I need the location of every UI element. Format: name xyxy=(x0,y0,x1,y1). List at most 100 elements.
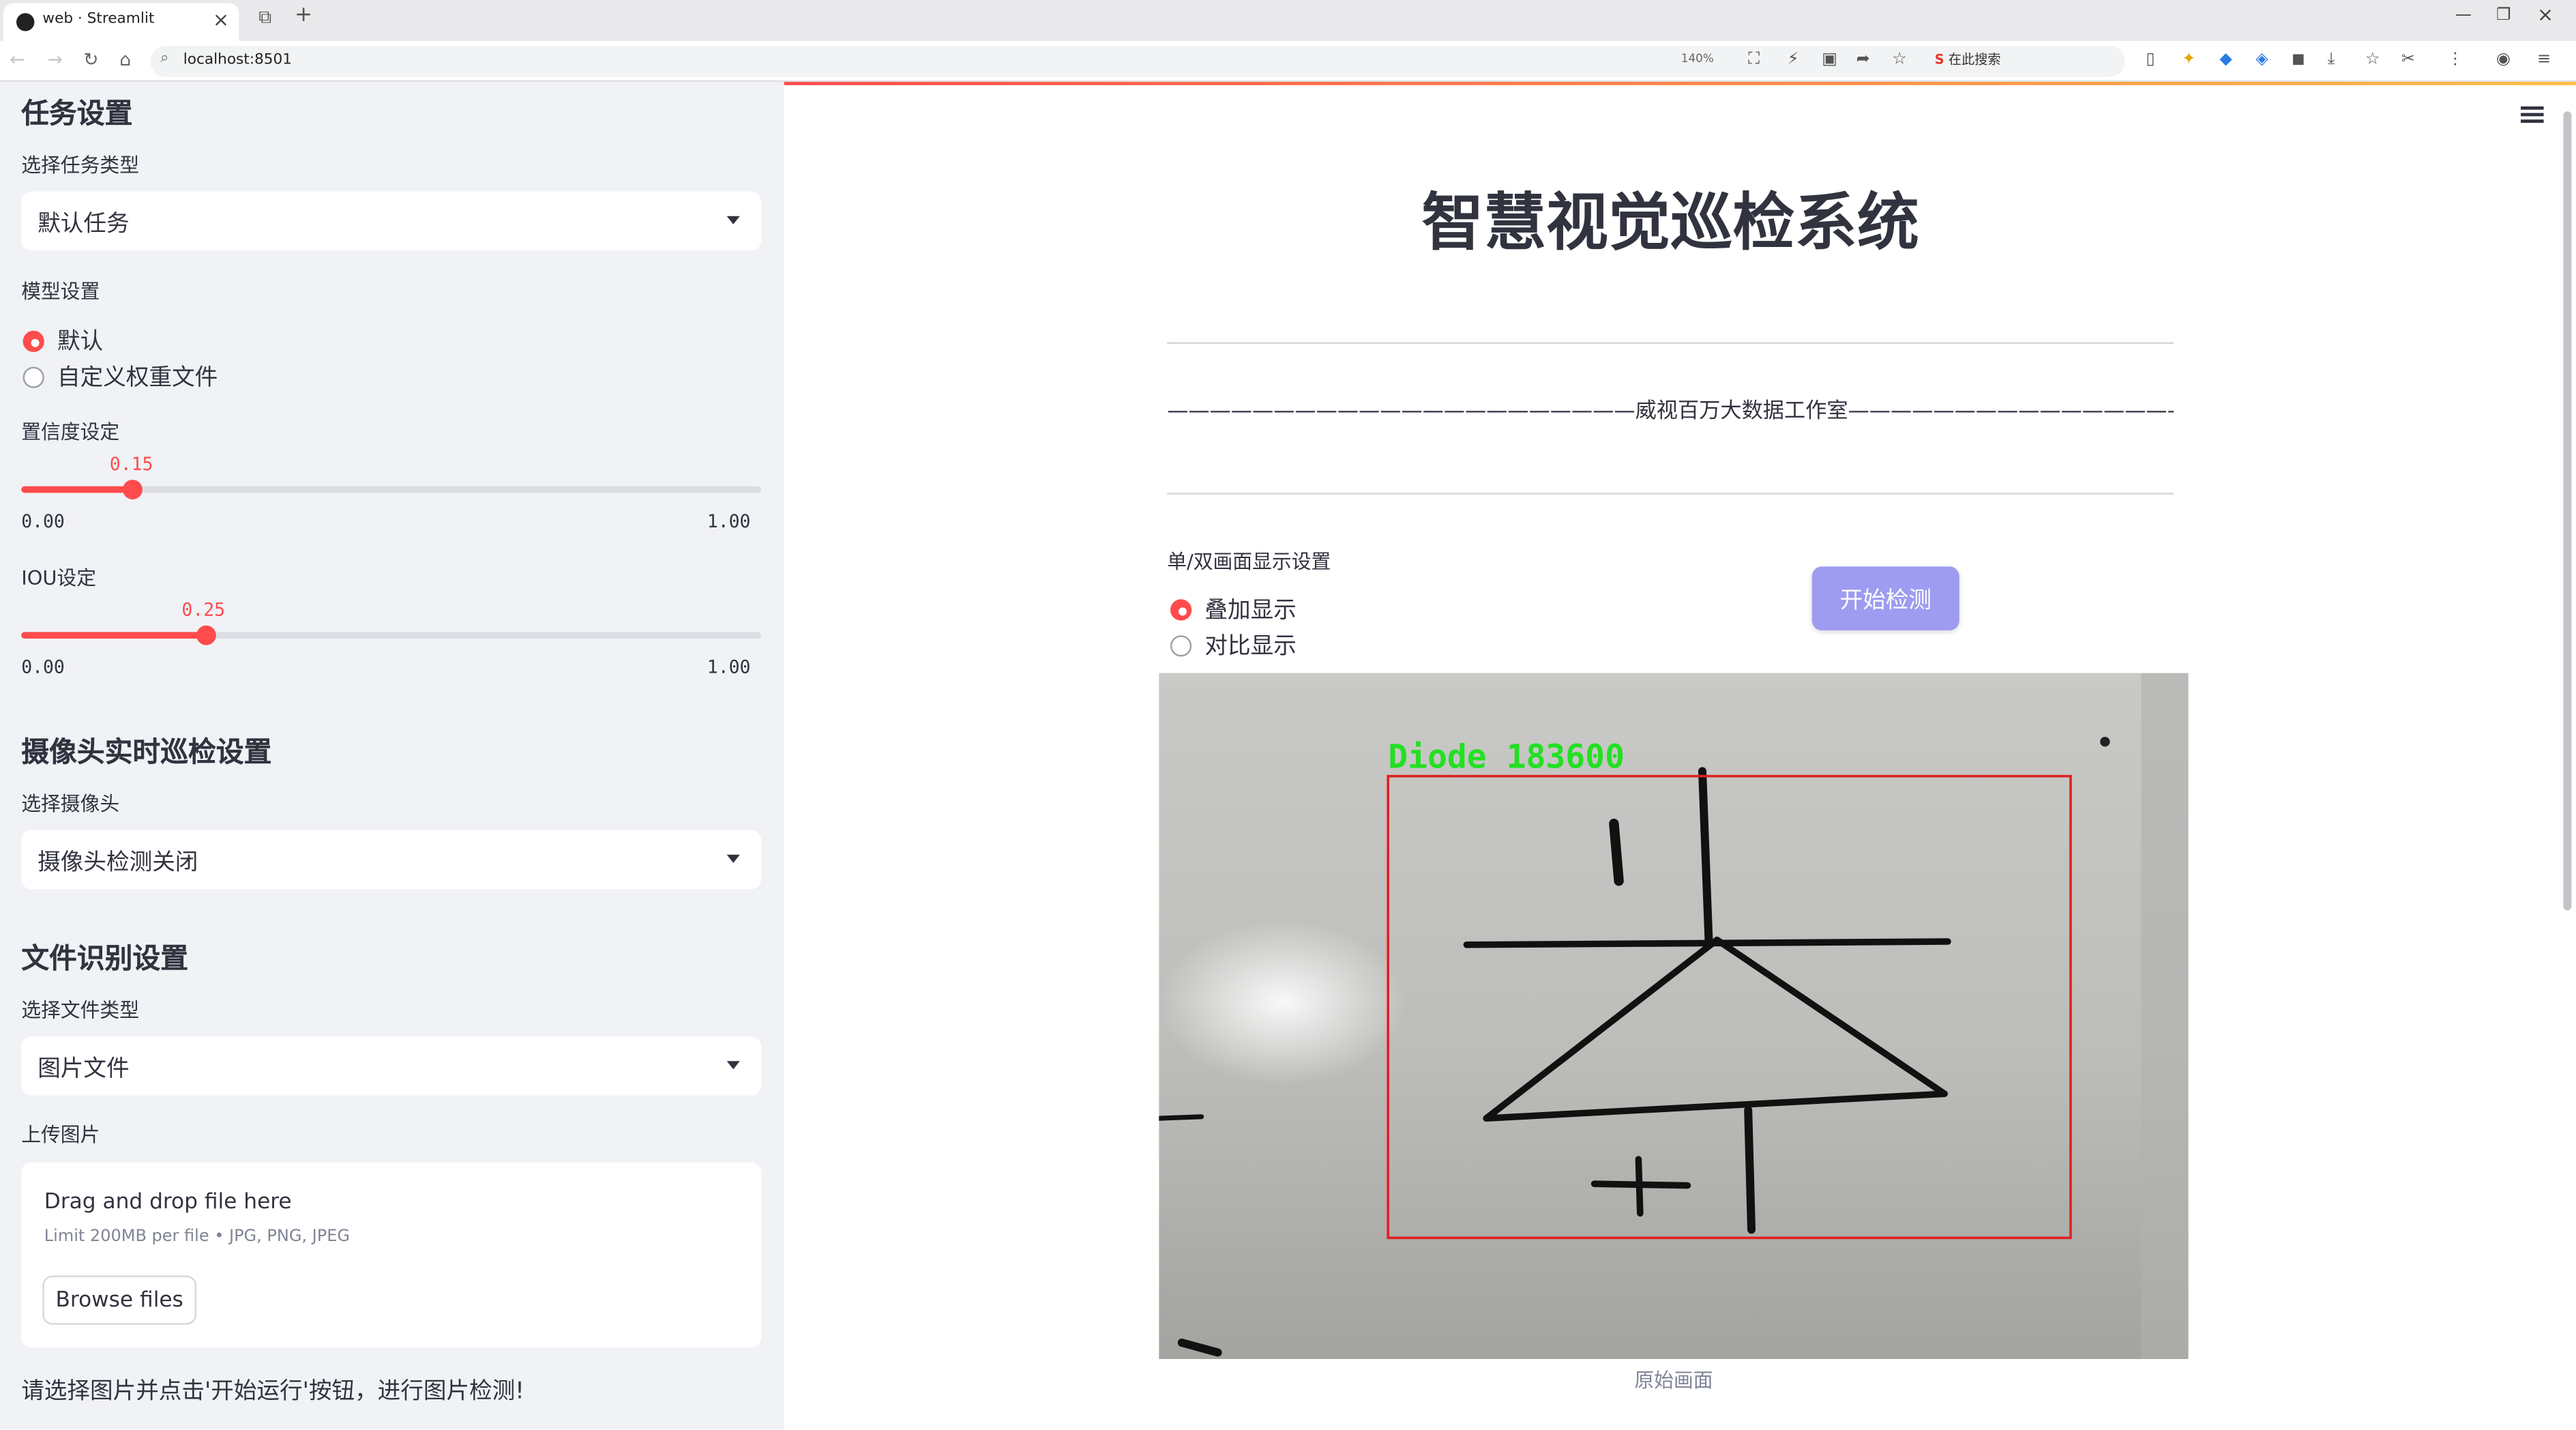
chevron-down-icon xyxy=(726,216,740,224)
page-title: 智慧视觉巡检系统 xyxy=(1421,186,1919,259)
streamlit-favicon-icon xyxy=(16,13,35,31)
camera-select[interactable]: 摄像头检测关闭 xyxy=(21,830,762,890)
iou-label: IOU设定 xyxy=(21,566,97,590)
reload-icon[interactable]: ↻ xyxy=(83,49,98,70)
hamburger-menu-icon[interactable] xyxy=(2521,106,2544,123)
file-type-label: 选择文件类型 xyxy=(21,999,140,1022)
radio-selected-icon xyxy=(23,330,44,351)
bookmark-star-icon[interactable]: ☆ xyxy=(1892,50,1907,68)
file-settings-heading: 文件识别设置 xyxy=(21,943,189,976)
display-radio-overlay[interactable]: 叠加显示 xyxy=(1170,593,1297,626)
extension-icon[interactable]: ✦ xyxy=(2182,50,2195,68)
detection-image: Diode 183600 xyxy=(1159,673,2189,1360)
divider xyxy=(1167,493,2174,495)
new-tab-icon[interactable]: + xyxy=(295,3,312,28)
minimize-icon[interactable]: — xyxy=(2455,7,2472,25)
tab-list-icon[interactable]: ⧉ xyxy=(258,7,271,30)
confidence-min: 0.00 xyxy=(21,510,65,533)
dropzone-title: Drag and drop file here xyxy=(44,1190,292,1215)
camera-select-label: 选择摄像头 xyxy=(21,792,120,816)
extension-icon[interactable]: ◆ xyxy=(2219,50,2232,68)
lightning-icon[interactable]: ⚡ xyxy=(1788,50,1799,68)
whiteboard-photo: Diode 183600 xyxy=(1159,673,2189,1360)
iou-max: 1.00 xyxy=(707,656,751,678)
start-detection-button[interactable]: 开始检测 xyxy=(1811,566,1959,631)
search-engine-label: 在此搜索 xyxy=(1948,52,2001,68)
back-icon[interactable]: ← xyxy=(10,49,25,70)
iou-slider[interactable] xyxy=(21,625,762,645)
chevron-down-icon xyxy=(726,1061,740,1070)
chevron-down-icon xyxy=(726,854,740,863)
divider xyxy=(1167,342,2174,345)
browse-files-button[interactable]: Browse files xyxy=(42,1275,197,1325)
confidence-slider[interactable] xyxy=(21,480,762,499)
scrollbar[interactable] xyxy=(2563,111,2572,911)
search-engine-logo-icon: S xyxy=(1934,52,1944,68)
more-icon[interactable]: ⋮ xyxy=(2447,50,2463,68)
browser-menu-icon[interactable]: ≡ xyxy=(2537,50,2551,68)
avatar[interactable]: ◉ xyxy=(2496,50,2511,68)
screenshot-icon[interactable]: ▣ xyxy=(1822,50,1837,68)
phone-icon[interactable]: ▯ xyxy=(2146,50,2155,68)
camera-settings-heading: 摄像头实时巡检设置 xyxy=(21,737,272,770)
radio-label: 默认 xyxy=(57,329,104,355)
confidence-value: 0.15 xyxy=(109,453,153,475)
slider-thumb[interactable] xyxy=(122,480,143,499)
browser-tab-bar: web · Streamlit × ⧉ + — ❐ × xyxy=(0,0,2576,42)
address-bar: ← → ↻ ⌂ ⌕ localhost:8501 140% ⛶ ⚡ ▣ ➦ ☆ … xyxy=(0,41,2576,83)
browser-tab[interactable]: web · Streamlit × xyxy=(3,3,239,42)
camera-select-value: 摄像头检测关闭 xyxy=(38,849,198,876)
extension-icon[interactable]: ◼ xyxy=(2292,50,2305,68)
radio-unselected-icon xyxy=(1170,634,1192,656)
header-decoration xyxy=(784,82,2576,85)
radio-label: 对比显示 xyxy=(1204,633,1297,660)
image-caption: 原始画面 xyxy=(1634,1369,1713,1392)
slider-thumb[interactable] xyxy=(196,625,216,645)
share-icon[interactable]: ➦ xyxy=(1856,50,1870,68)
page-subtitle: ——————————————————————威视百万大数据工作室————————… xyxy=(1167,399,2174,424)
radio-label: 自定义权重文件 xyxy=(57,365,218,392)
iou-value: 0.25 xyxy=(181,599,225,621)
slider-fill xyxy=(21,486,132,493)
task-settings-heading: 任务设置 xyxy=(21,98,133,131)
radio-label: 叠加显示 xyxy=(1204,598,1297,624)
restore-icon[interactable]: ❐ xyxy=(2496,7,2511,25)
file-type-select[interactable]: 图片文件 xyxy=(21,1036,762,1096)
home-icon[interactable]: ⌂ xyxy=(119,49,131,70)
detection-label: Diode 183600 xyxy=(1388,738,1625,776)
translate-icon[interactable]: ⛶ xyxy=(1748,50,1760,68)
url-text: localhost:8501 xyxy=(183,52,293,69)
close-tab-icon[interactable]: × xyxy=(213,8,229,31)
model-radio-default[interactable]: 默认 xyxy=(23,324,104,357)
sidebar: 任务设置 选择任务类型 默认任务 模型设置 默认 自定义权重文件 置信度设定 0… xyxy=(0,82,784,1430)
task-type-value: 默认任务 xyxy=(38,211,130,237)
model-settings-label: 模型设置 xyxy=(21,280,100,304)
iou-min: 0.00 xyxy=(21,656,65,678)
task-type-select[interactable]: 默认任务 xyxy=(21,191,762,251)
sidebar-hint: 请选择图片并点击'开始运行'按钮，进行图片检测! xyxy=(21,1378,524,1405)
main-content: 智慧视觉巡检系统 ——————————————————————威视百万大数据工作… xyxy=(784,82,2576,1430)
confidence-label: 置信度设定 xyxy=(21,420,120,444)
tab-title: web · Streamlit xyxy=(42,11,155,28)
dropzone-limit: Limit 200MB per file • JPG, PNG, JPEG xyxy=(44,1228,351,1246)
extension-icon[interactable]: ◈ xyxy=(2255,50,2268,68)
file-type-value: 图片文件 xyxy=(38,1056,130,1083)
task-type-label: 选择任务类型 xyxy=(21,154,140,177)
scissors-icon[interactable]: ✂ xyxy=(2401,50,2415,68)
file-dropzone[interactable]: Drag and drop file here Limit 200MB per … xyxy=(21,1163,762,1348)
favorites-icon[interactable]: ☆ xyxy=(2365,50,2380,68)
zoom-level[interactable]: 140% xyxy=(1681,53,1714,65)
close-window-icon[interactable]: × xyxy=(2537,3,2553,27)
upload-label: 上传图片 xyxy=(21,1123,100,1147)
download-icon[interactable]: ⤓ xyxy=(2328,50,2335,68)
forward-icon[interactable]: → xyxy=(48,49,63,70)
search-engine-box[interactable]: S 在此搜索 xyxy=(1935,50,2001,68)
slider-fill xyxy=(21,632,207,639)
search-icon: ⌕ xyxy=(160,50,169,68)
radio-unselected-icon xyxy=(23,366,44,388)
display-mode-label: 单/双画面显示设置 xyxy=(1167,550,1331,574)
confidence-max: 1.00 xyxy=(707,510,751,533)
radio-selected-icon xyxy=(1170,598,1192,620)
display-radio-compare[interactable]: 对比显示 xyxy=(1170,629,1297,662)
model-radio-custom[interactable]: 自定义权重文件 xyxy=(23,360,218,393)
